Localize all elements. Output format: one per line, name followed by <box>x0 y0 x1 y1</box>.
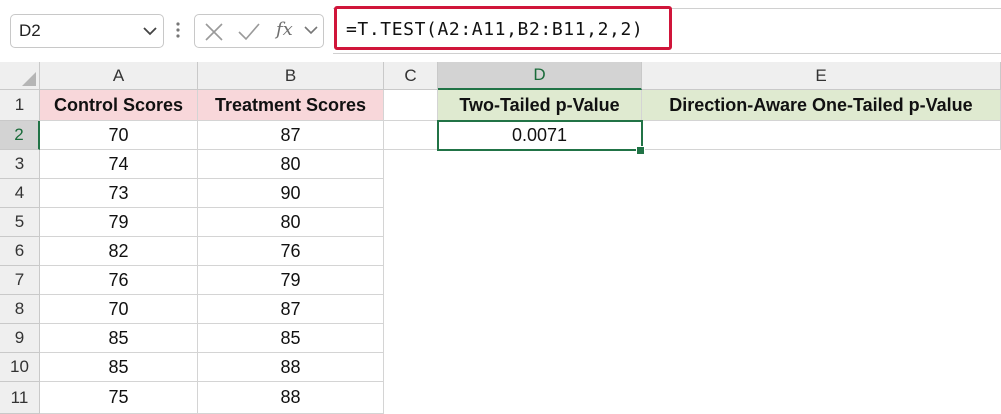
name-box[interactable]: D2 <box>10 14 164 48</box>
row-header-8[interactable]: 8 <box>0 295 40 324</box>
row-header-1[interactable]: 1 <box>0 90 40 121</box>
row-header-6[interactable]: 6 <box>0 237 40 266</box>
cell-treatment[interactable]: 80 <box>198 150 384 179</box>
cell-d2-p-value[interactable]: 0.0071 <box>438 121 642 150</box>
column-header-b[interactable]: B <box>198 62 384 90</box>
cell-treatment[interactable]: 87 <box>198 295 384 324</box>
cell-control[interactable]: 73 <box>40 179 198 208</box>
cell-treatment[interactable]: 90 <box>198 179 384 208</box>
row-header-10[interactable]: 10 <box>0 353 40 382</box>
cell-e2[interactable] <box>642 121 1001 150</box>
select-all-corner[interactable] <box>0 62 40 90</box>
cell-treatment[interactable]: 80 <box>198 208 384 237</box>
cell-control[interactable]: 76 <box>40 266 198 295</box>
cell-control[interactable]: 85 <box>40 324 198 353</box>
cell-treatment[interactable]: 79 <box>198 266 384 295</box>
row-header-5[interactable]: 5 <box>0 208 40 237</box>
formula-bar-area: D2 fx =T.TEST(A2:A11,B2:B11,2,2) <box>0 0 1001 62</box>
row-header-4[interactable]: 4 <box>0 179 40 208</box>
select-all-triangle-icon <box>22 72 36 86</box>
column-header-a[interactable]: A <box>40 62 198 90</box>
cell-treatment[interactable]: 88 <box>198 353 384 382</box>
cell-treatment[interactable]: 76 <box>198 237 384 266</box>
cell-e1-header[interactable]: Direction-Aware One-Tailed p-Value <box>642 90 1001 121</box>
formula-text[interactable]: =T.TEST(A2:A11,B2:B11,2,2) <box>346 19 643 40</box>
vertical-dots-icon[interactable] <box>174 16 182 49</box>
row-header-9[interactable]: 9 <box>0 324 40 353</box>
column-header-c[interactable]: C <box>384 62 438 90</box>
cell-d1-header[interactable]: Two-Tailed p-Value <box>438 90 642 121</box>
cell-control[interactable]: 85 <box>40 353 198 382</box>
fill-handle[interactable] <box>636 146 645 155</box>
cell-b1-header[interactable]: Treatment Scores <box>198 90 384 121</box>
column-header-d[interactable]: D <box>438 62 642 90</box>
cell-c1[interactable] <box>384 90 438 121</box>
spreadsheet-grid: A B C D E 1 2 3 4 5 6 7 8 9 10 11 Contro… <box>0 62 1001 414</box>
cell-control[interactable]: 79 <box>40 208 198 237</box>
row-header-3[interactable]: 3 <box>0 150 40 179</box>
enter-check-icon[interactable] <box>237 21 261 48</box>
cell-control[interactable]: 75 <box>40 382 198 414</box>
chevron-down-icon[interactable] <box>303 23 319 41</box>
column-header-e[interactable]: E <box>642 62 1001 90</box>
cell-control[interactable]: 82 <box>40 237 198 266</box>
cell-c2[interactable] <box>384 121 438 150</box>
row-header-2[interactable]: 2 <box>0 121 40 150</box>
cell-a1-header[interactable]: Control Scores <box>40 90 198 121</box>
cell-control[interactable]: 70 <box>40 121 198 150</box>
cell-treatment[interactable]: 85 <box>198 324 384 353</box>
cell-treatment[interactable]: 87 <box>198 121 384 150</box>
cell-control[interactable]: 74 <box>40 150 198 179</box>
row-header-7[interactable]: 7 <box>0 266 40 295</box>
cell-control[interactable]: 70 <box>40 295 198 324</box>
cancel-icon[interactable] <box>203 21 225 48</box>
name-box-value: D2 <box>19 21 41 40</box>
row-header-11[interactable]: 11 <box>0 382 40 414</box>
cell-treatment[interactable]: 88 <box>198 382 384 414</box>
insert-function-icon[interactable]: fx <box>276 19 293 40</box>
chevron-down-icon[interactable] <box>141 22 159 45</box>
